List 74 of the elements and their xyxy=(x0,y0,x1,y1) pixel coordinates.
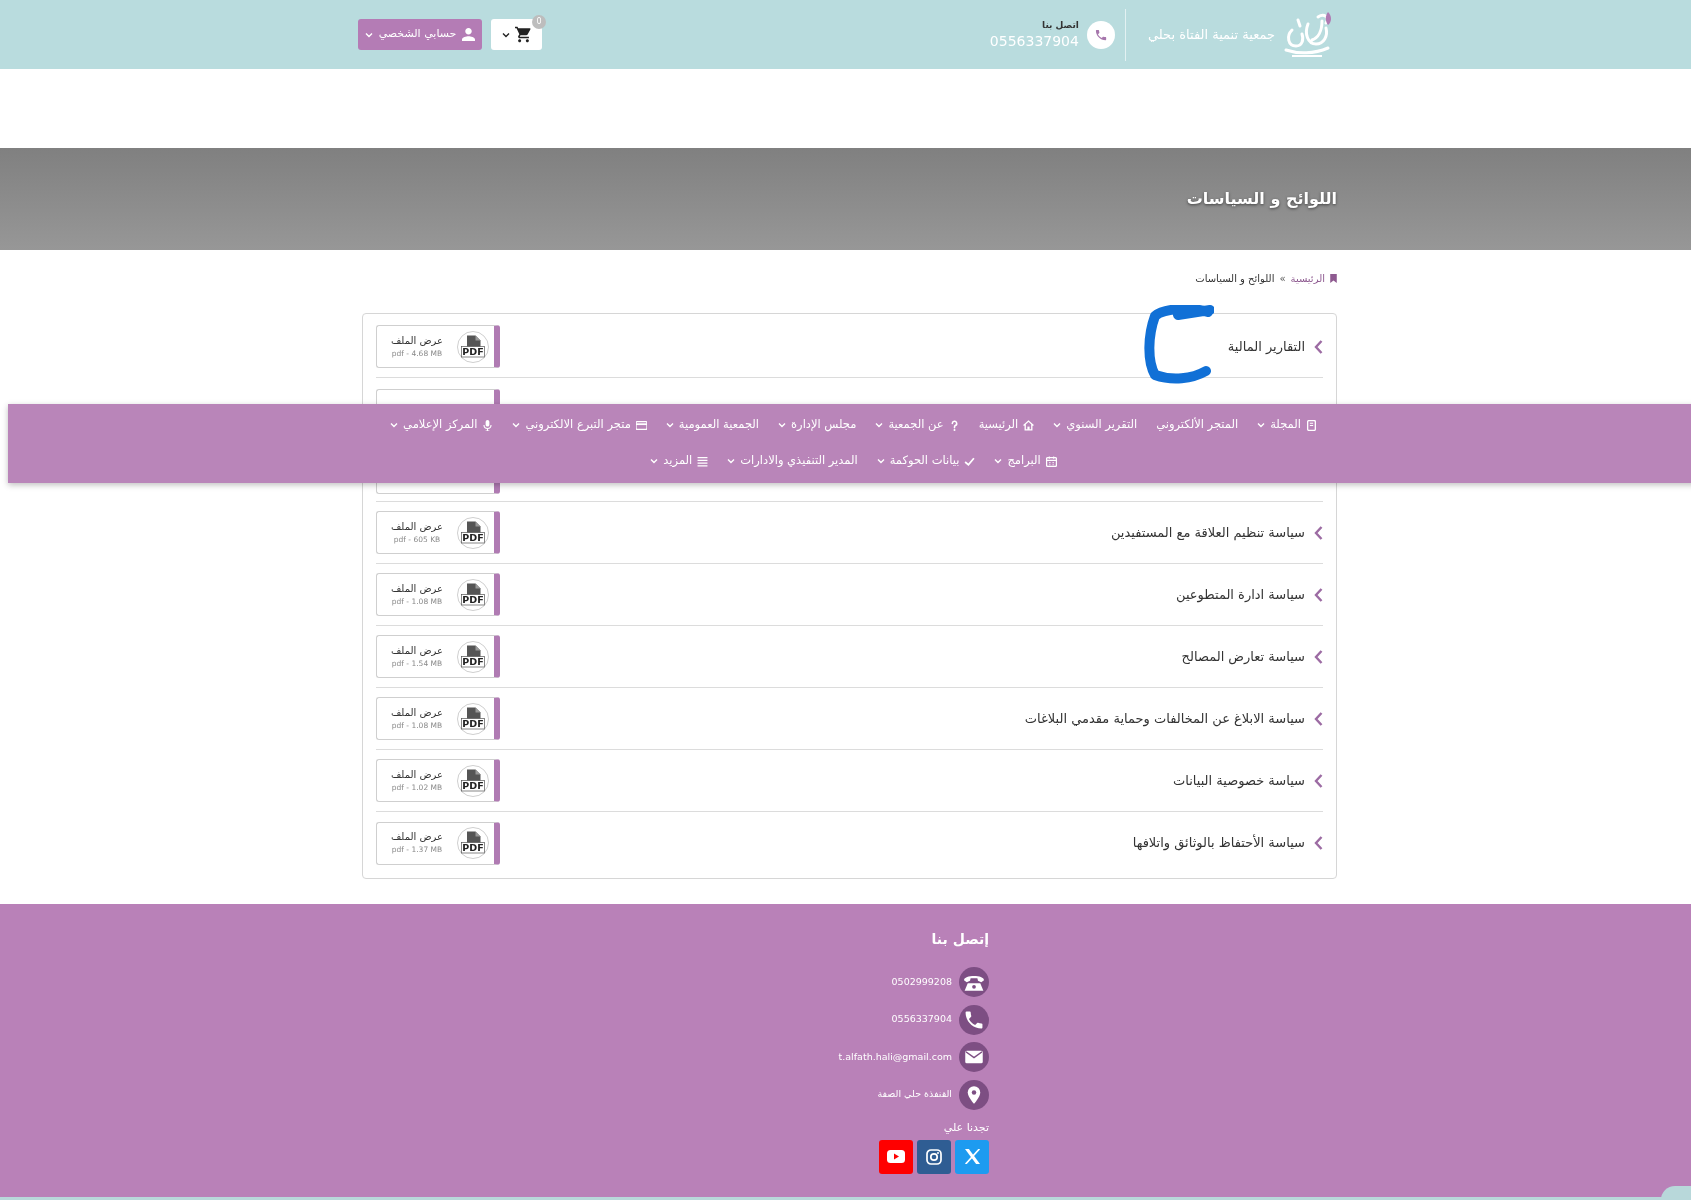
pdf-file-icon: PDF xyxy=(457,702,489,735)
home-icon xyxy=(1023,419,1035,431)
chevron-left-icon xyxy=(1314,649,1323,664)
scroll-to-top-button[interactable] xyxy=(1661,1186,1691,1200)
chevron-left-icon xyxy=(1314,711,1323,726)
list-icon xyxy=(697,455,709,467)
nav-link[interactable]: الجمعية العمومية xyxy=(665,416,760,434)
calendar-icon xyxy=(1045,455,1057,467)
nav-link[interactable]: الرئيسية xyxy=(978,416,1035,434)
x-logo-icon xyxy=(964,1149,980,1164)
pdf-file-icon: PDF xyxy=(457,640,489,673)
bookmark-icon xyxy=(1330,273,1337,283)
cart-icon xyxy=(514,26,532,43)
chevron-down-icon xyxy=(501,31,510,38)
nav-link[interactable]: المدير التنفيذي والادارات xyxy=(727,452,858,470)
rotary-phone-icon xyxy=(959,967,989,997)
nav-link[interactable]: عن الجمعية xyxy=(875,416,960,434)
document-title[interactable]: سياسة الابلاغ عن المخالفات وحماية مقدمي البلاغات xyxy=(1024,708,1305,729)
view-file-button[interactable] xyxy=(376,483,500,494)
chevron-down-icon xyxy=(364,31,373,38)
page-title: اللوائح و السياسات xyxy=(1186,188,1337,210)
nav-link[interactable]: التقرير السنوي xyxy=(1053,416,1138,434)
x-social-button[interactable] xyxy=(955,1139,989,1174)
nav-link[interactable]: مجلس الإدارة xyxy=(778,416,857,434)
chevron-left-icon xyxy=(1314,587,1323,602)
phone-icon xyxy=(1086,20,1115,49)
microphone-icon xyxy=(482,419,494,431)
document-title[interactable]: سياسة تنظيم العلاقة مع المستفيدين xyxy=(1110,522,1305,543)
map-pin-icon xyxy=(959,1079,989,1110)
breadcrumb-current: اللوائح و السياسات xyxy=(1195,271,1275,286)
phone-icon xyxy=(959,1004,989,1035)
nav-link[interactable]: المجلة xyxy=(1257,416,1317,434)
document-title[interactable]: سياسة الأحتفاظ بالوثائق واتلافها xyxy=(1132,833,1305,853)
credit-card-icon xyxy=(635,419,647,431)
breadcrumb-link[interactable]: الرئيسية xyxy=(1290,270,1325,286)
email-address: t.alfath.hali@gmail.com xyxy=(838,1049,952,1064)
document-title[interactable]: التقارير المالية xyxy=(1227,336,1305,357)
phone-number: 0502999208 xyxy=(891,974,952,989)
nav-link[interactable]: المزيد xyxy=(650,452,709,470)
pdf-file-icon: PDF xyxy=(457,827,489,859)
chevron-left-icon xyxy=(1314,836,1323,850)
camera-outline-icon xyxy=(926,1148,942,1165)
nav-link[interactable]: المركز الإعلامي xyxy=(390,416,494,434)
nav-link[interactable]: متجر التبرع الالكتروني xyxy=(512,416,647,434)
account-button[interactable]: حسابي الشخصي xyxy=(358,19,482,50)
play-button-icon xyxy=(887,1150,905,1163)
footer-title: إتصل بنا xyxy=(931,930,989,948)
pdf-file-icon: PDF xyxy=(457,516,489,549)
youtube-button[interactable] xyxy=(879,1139,913,1174)
nav-link[interactable]: المتجر الألكتروني xyxy=(1156,416,1239,434)
contact-phone: 0556337904 xyxy=(989,32,1079,50)
pdf-file-icon: PDF xyxy=(457,764,489,797)
pdf-file-icon: PDF xyxy=(457,578,489,611)
envelope-icon xyxy=(959,1042,989,1072)
chevron-left-icon xyxy=(1314,773,1323,788)
address-text: القنفذة حلي الصفة xyxy=(877,1087,952,1102)
contact-label: اتصل بنا xyxy=(1042,19,1079,32)
book-icon xyxy=(1305,419,1317,431)
instagram-button[interactable] xyxy=(917,1139,951,1174)
user-icon xyxy=(462,28,476,41)
pdf-file-icon: PDF xyxy=(457,330,489,363)
nav-link[interactable]: البرامج xyxy=(994,452,1057,470)
social-heading: تجدنا علي xyxy=(943,1120,989,1135)
chevron-left-icon xyxy=(1314,525,1323,540)
nav-link[interactable]: بيانات الحوكمة xyxy=(876,452,976,470)
organization-name: جمعية تنمية الفتاة بحلي xyxy=(1147,25,1275,44)
check-icon xyxy=(964,455,976,467)
view-file-button[interactable] xyxy=(376,389,500,404)
document-title[interactable]: سياسة خصوصية البيانات xyxy=(1172,770,1305,791)
document-title[interactable]: سياسة ادارة المتطوعين xyxy=(1176,584,1305,605)
phone-number: 0556337904 xyxy=(891,1012,952,1027)
document-title[interactable]: سياسة تعارض المصالح xyxy=(1181,646,1305,667)
breadcrumb-separator: » xyxy=(1279,271,1286,286)
chevron-left-icon xyxy=(1314,339,1323,354)
